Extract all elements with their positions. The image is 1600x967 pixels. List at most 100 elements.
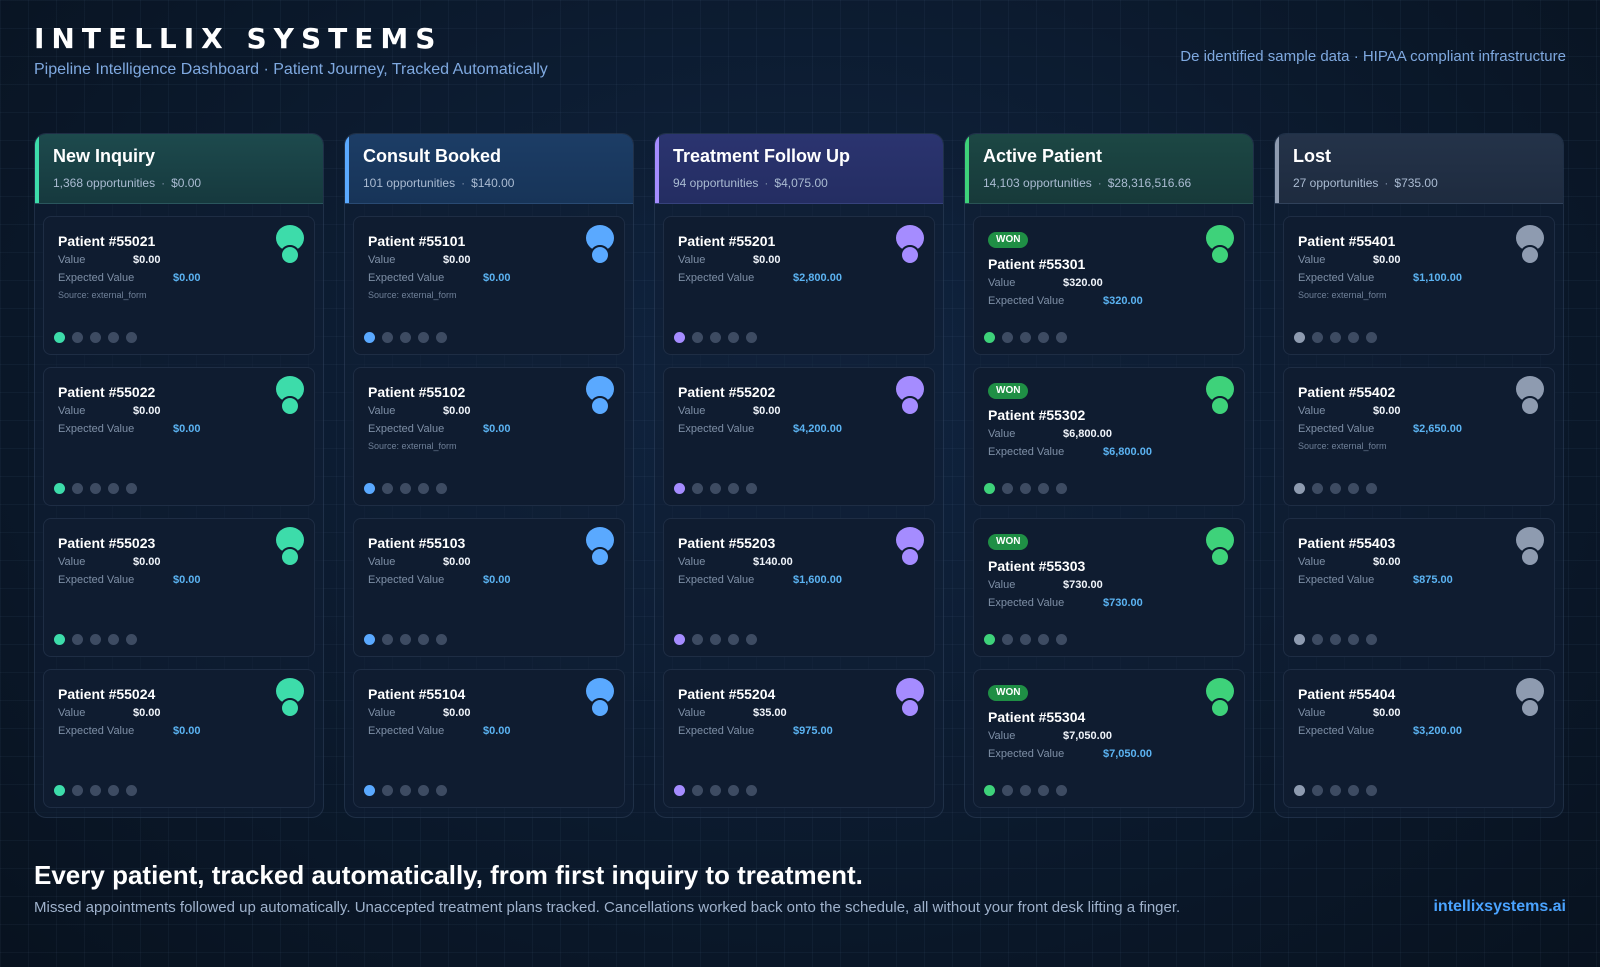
value-row: Value $0.00 (678, 405, 920, 418)
opportunity-count: 1,368 opportunities (53, 176, 156, 190)
patient-card[interactable]: Patient #55103 Value $0.00 Expected Value $0… (353, 518, 625, 657)
progress-dot (1294, 332, 1305, 343)
value-label: Value (988, 579, 1016, 591)
patient-avatar-icon (586, 225, 614, 267)
patient-card[interactable]: Patient #55101 Value $0.00 Expected Value $0… (353, 216, 625, 355)
patient-avatar-icon (1206, 527, 1234, 569)
column-header[interactable]: Lost 27 opportunities · $735.00 (1275, 134, 1563, 204)
progress-dot (436, 483, 447, 494)
lead-source: Source: external_form (368, 290, 457, 300)
expected-value-amount: $7,050.00 (1103, 748, 1152, 760)
value-label: Value (988, 428, 1016, 440)
column-total: $28,316,516.66 (1107, 176, 1192, 190)
progress-dot (90, 785, 101, 796)
patient-card[interactable]: Patient #55403 Value $0.00 Expected Value $8… (1283, 518, 1555, 657)
expected-value-row: Expected Value $0.00 (58, 272, 300, 285)
progress-dot (728, 634, 739, 645)
progress-dot (436, 634, 447, 645)
patient-avatar-icon (586, 527, 614, 569)
patient-card[interactable]: Patient #55023 Value $0.00 Expected Value $0… (43, 518, 315, 657)
value-amount: $6,800.00 (1063, 428, 1112, 440)
progress-dot (674, 785, 685, 796)
expected-value-amount: $320.00 (1103, 295, 1143, 307)
column-summary: 94 opportunities · $4,075.00 (673, 176, 927, 190)
progress-dot (984, 483, 995, 494)
expected-value-amount: $730.00 (1103, 597, 1143, 609)
patient-avatar-icon (1516, 225, 1544, 267)
progress-dot (1020, 483, 1031, 494)
value-row: Value $0.00 (58, 556, 300, 569)
avatar-body-icon (1520, 396, 1540, 416)
patient-card[interactable]: Patient #55202 Value $0.00 Expected Value $4… (663, 367, 935, 506)
stage-progress-dots (1294, 785, 1377, 796)
patient-card[interactable]: Patient #55104 Value $0.00 Expected Value $0… (353, 669, 625, 808)
patient-name: Patient #55022 (58, 384, 156, 400)
patient-card[interactable]: WON Patient #55301 Value $320.00 Expected Va… (973, 216, 1245, 355)
patient-card[interactable]: WON Patient #55304 Value $7,050.00 Expected … (973, 669, 1245, 808)
column-summary: 27 opportunities · $735.00 (1293, 176, 1547, 190)
patient-card[interactable]: Patient #55404 Value $0.00 Expected Value $3… (1283, 669, 1555, 808)
progress-dot (1020, 332, 1031, 343)
progress-dot (418, 785, 429, 796)
expected-value-amount: $0.00 (173, 725, 201, 737)
value-amount: $0.00 (753, 405, 781, 417)
avatar-body-icon (1210, 396, 1230, 416)
column-header[interactable]: New Inquiry 1,368 opportunities · $0.00 (35, 134, 323, 204)
column-header[interactable]: Consult Booked 101 opportunities · $140.00 (345, 134, 633, 204)
value-label: Value (58, 405, 86, 417)
patient-name: Patient #55104 (368, 686, 466, 702)
patient-card[interactable]: Patient #55201 Value $0.00 Expected Value $2… (663, 216, 935, 355)
value-row: Value $0.00 (58, 405, 300, 418)
stage-progress-dots (984, 785, 1067, 796)
stage-progress-dots (984, 634, 1067, 645)
progress-dot (746, 785, 757, 796)
value-amount: $0.00 (133, 707, 161, 719)
patient-card[interactable]: Patient #55024 Value $0.00 Expected Value $0… (43, 669, 315, 808)
patient-avatar-icon (276, 527, 304, 569)
value-label: Value (678, 556, 706, 568)
expected-value-label: Expected Value (368, 725, 445, 737)
patient-name: Patient #55023 (58, 535, 156, 551)
patient-card[interactable]: Patient #55102 Value $0.00 Expected Value $0… (353, 367, 625, 506)
patient-card[interactable]: Patient #55022 Value $0.00 Expected Value $0… (43, 367, 315, 506)
value-label: Value (58, 707, 86, 719)
value-row: Value $0.00 (58, 254, 300, 267)
progress-dot (674, 332, 685, 343)
progress-dot (1294, 483, 1305, 494)
column-title: Active Patient (983, 146, 1103, 166)
patient-card[interactable]: Patient #55401 Value $0.00 Expected Value $1… (1283, 216, 1555, 355)
website-link[interactable]: intellixsystems.ai (1433, 898, 1566, 916)
value-amount: $0.00 (1373, 254, 1401, 266)
progress-dot (1348, 634, 1359, 645)
patient-name: Patient #55401 (1298, 233, 1396, 249)
value-amount: $730.00 (1063, 579, 1103, 591)
avatar-body-icon (590, 698, 610, 718)
patient-card[interactable]: Patient #55204 Value $35.00 Expected Value $… (663, 669, 935, 808)
patient-card[interactable]: WON Patient #55303 Value $730.00 Expected Va… (973, 518, 1245, 657)
patient-card[interactable]: Patient #55021 Value $0.00 Expected Value $0… (43, 216, 315, 355)
progress-dot (1366, 483, 1377, 494)
column-title: Lost (1293, 146, 1331, 166)
expected-value-row: Expected Value $975.00 (678, 725, 920, 738)
expected-value-amount: $975.00 (793, 725, 833, 737)
column-header[interactable]: Treatment Follow Up 94 opportunities · $4,0… (655, 134, 943, 204)
value-amount: $0.00 (133, 556, 161, 568)
progress-dot (400, 332, 411, 343)
expected-value-amount: $1,100.00 (1413, 272, 1462, 284)
progress-dot (1366, 634, 1377, 645)
patient-card[interactable]: Patient #55203 Value $140.00 Expected Value… (663, 518, 935, 657)
patient-card[interactable]: Patient #55402 Value $0.00 Expected Value $2… (1283, 367, 1555, 506)
expected-value-label: Expected Value (58, 574, 135, 586)
column-header[interactable]: Active Patient 14,103 opportunities · $28,3… (965, 134, 1253, 204)
expected-value-row: Expected Value $3,200.00 (1298, 725, 1540, 738)
patient-card[interactable]: WON Patient #55302 Value $6,800.00 Expected … (973, 367, 1245, 506)
avatar-body-icon (590, 396, 610, 416)
column-consult-booked: Consult Booked 101 opportunities · $140.00 P… (344, 133, 634, 818)
lead-source: Source: external_form (1298, 290, 1387, 300)
expected-value-label: Expected Value (988, 748, 1065, 760)
value-row: Value $0.00 (1298, 707, 1540, 720)
progress-dot (1294, 785, 1305, 796)
progress-dot (710, 483, 721, 494)
expected-value-amount: $0.00 (483, 574, 511, 586)
progress-dot (746, 634, 757, 645)
